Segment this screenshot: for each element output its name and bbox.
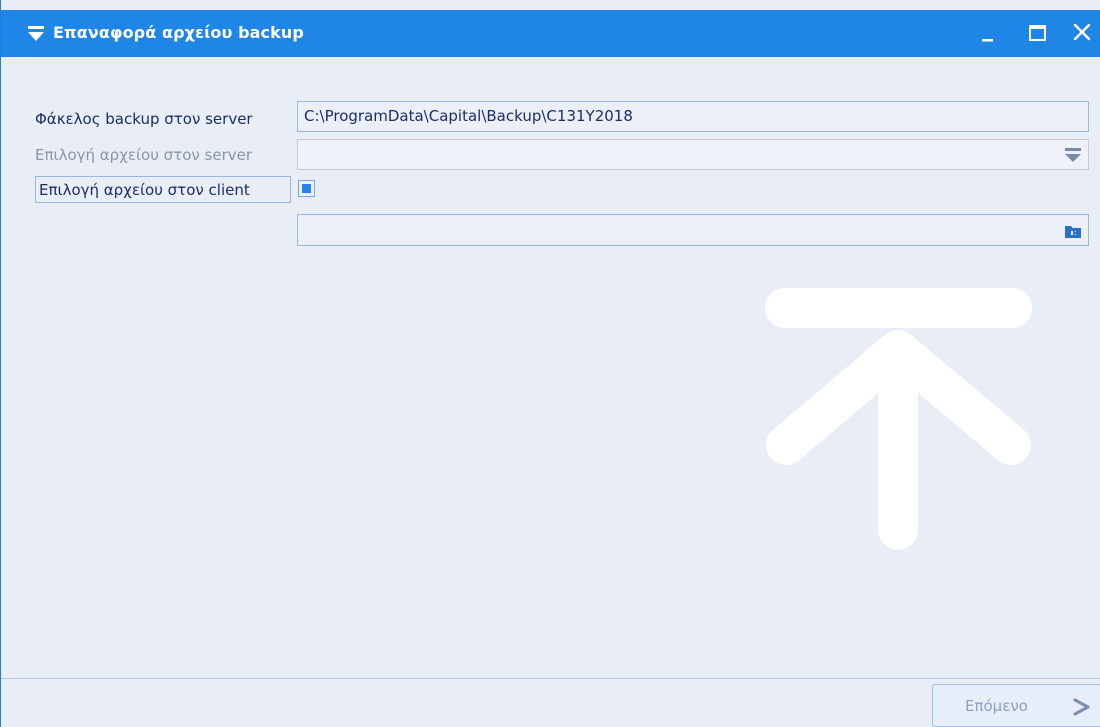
title-bar: Επαναφορά αρχείου backup: [1, 10, 1100, 57]
client-file-path-field[interactable]: [297, 214, 1089, 246]
upload-arrow-watermark-icon: [765, 288, 1032, 550]
server-file-dropdown[interactable]: [297, 139, 1089, 170]
close-button[interactable]: [1068, 18, 1098, 48]
minimize-button[interactable]: [974, 18, 1004, 48]
server-folder-label: Φάκελος backup στον server: [35, 110, 253, 128]
server-folder-value: C:\ProgramData\Capital\Backup\C131Y2018: [304, 107, 633, 125]
server-file-label: Επιλογή αρχείου στον server: [35, 146, 253, 164]
restore-backup-window: Επαναφορά αρχείου backup Φάκελος backup …: [0, 0, 1100, 727]
chevron-right-icon: [1073, 698, 1090, 716]
server-folder-field[interactable]: C:\ProgramData\Capital\Backup\C131Y2018: [297, 101, 1089, 132]
client-file-checkbox[interactable]: [298, 180, 315, 197]
window-title: Επαναφορά αρχείου backup: [53, 23, 304, 42]
maximize-button[interactable]: [1023, 18, 1053, 48]
footer-divider: [1, 678, 1100, 679]
checkbox-check-mark: [302, 184, 311, 193]
next-button[interactable]: Επόμενο: [932, 684, 1100, 727]
folder-browse-icon[interactable]: [1064, 222, 1082, 240]
next-button-label: Επόμενο: [965, 697, 1028, 715]
window-menu-icon[interactable]: [27, 25, 45, 43]
client-file-label: Επιλογή αρχείου στον client: [39, 181, 250, 199]
dropdown-arrow-icon[interactable]: [1064, 146, 1082, 164]
